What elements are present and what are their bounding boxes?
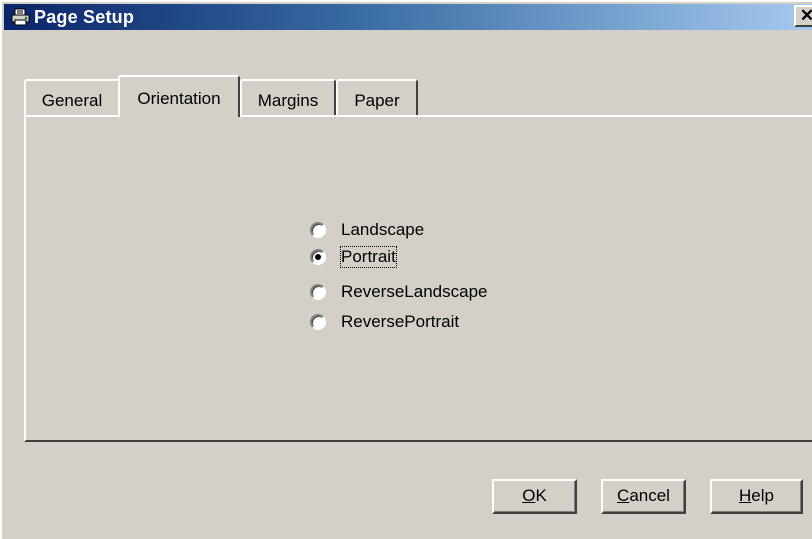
ok-mnemonic: O xyxy=(522,486,536,505)
cancel-label-rest: ancel xyxy=(629,486,670,505)
radio-portrait-button[interactable] xyxy=(310,249,326,265)
title-bar[interactable]: Page Setup ✕ xyxy=(4,4,812,30)
radio-reverse-landscape-button[interactable] xyxy=(310,284,326,300)
radio-selected-dot xyxy=(315,254,321,260)
ok-label-rest: K xyxy=(535,486,547,505)
tab-orientation[interactable]: Orientation xyxy=(118,75,240,117)
radio-reverse-portrait-button[interactable] xyxy=(310,314,326,330)
tab-orientation-label: Orientation xyxy=(137,89,221,108)
radio-reverse-portrait-label: ReversePortrait xyxy=(341,312,460,331)
tab-paper-label: Paper xyxy=(354,91,400,110)
close-button[interactable]: ✕ xyxy=(794,5,812,27)
active-tab-join xyxy=(120,114,238,117)
close-icon: ✕ xyxy=(799,6,812,25)
cancel-button[interactable]: Cancel xyxy=(601,479,686,514)
help-mnemonic: H xyxy=(739,486,752,505)
tab-margins-label: Margins xyxy=(257,91,319,110)
radio-reverse-landscape-label: ReverseLandscape xyxy=(341,282,488,301)
cancel-mnemonic: C xyxy=(617,486,630,505)
radio-portrait-label: Portrait xyxy=(340,246,397,268)
tab-general[interactable]: General xyxy=(24,79,120,115)
ok-button[interactable]: OK xyxy=(492,479,577,514)
dialog-title: Page Setup xyxy=(34,7,135,27)
printer-icon xyxy=(11,8,30,26)
tab-paper[interactable]: Paper xyxy=(336,79,418,115)
tab-margins[interactable]: Margins xyxy=(240,79,336,115)
help-label-rest: elp xyxy=(751,486,774,505)
help-button[interactable]: Help xyxy=(710,479,803,514)
radio-landscape-button[interactable] xyxy=(310,222,326,238)
page-setup-dialog: Page Setup ✕ General Orientation Margins… xyxy=(0,0,812,539)
tab-general-label: General xyxy=(41,91,103,110)
orientation-panel xyxy=(24,115,812,442)
radio-landscape-label: Landscape xyxy=(341,220,425,239)
